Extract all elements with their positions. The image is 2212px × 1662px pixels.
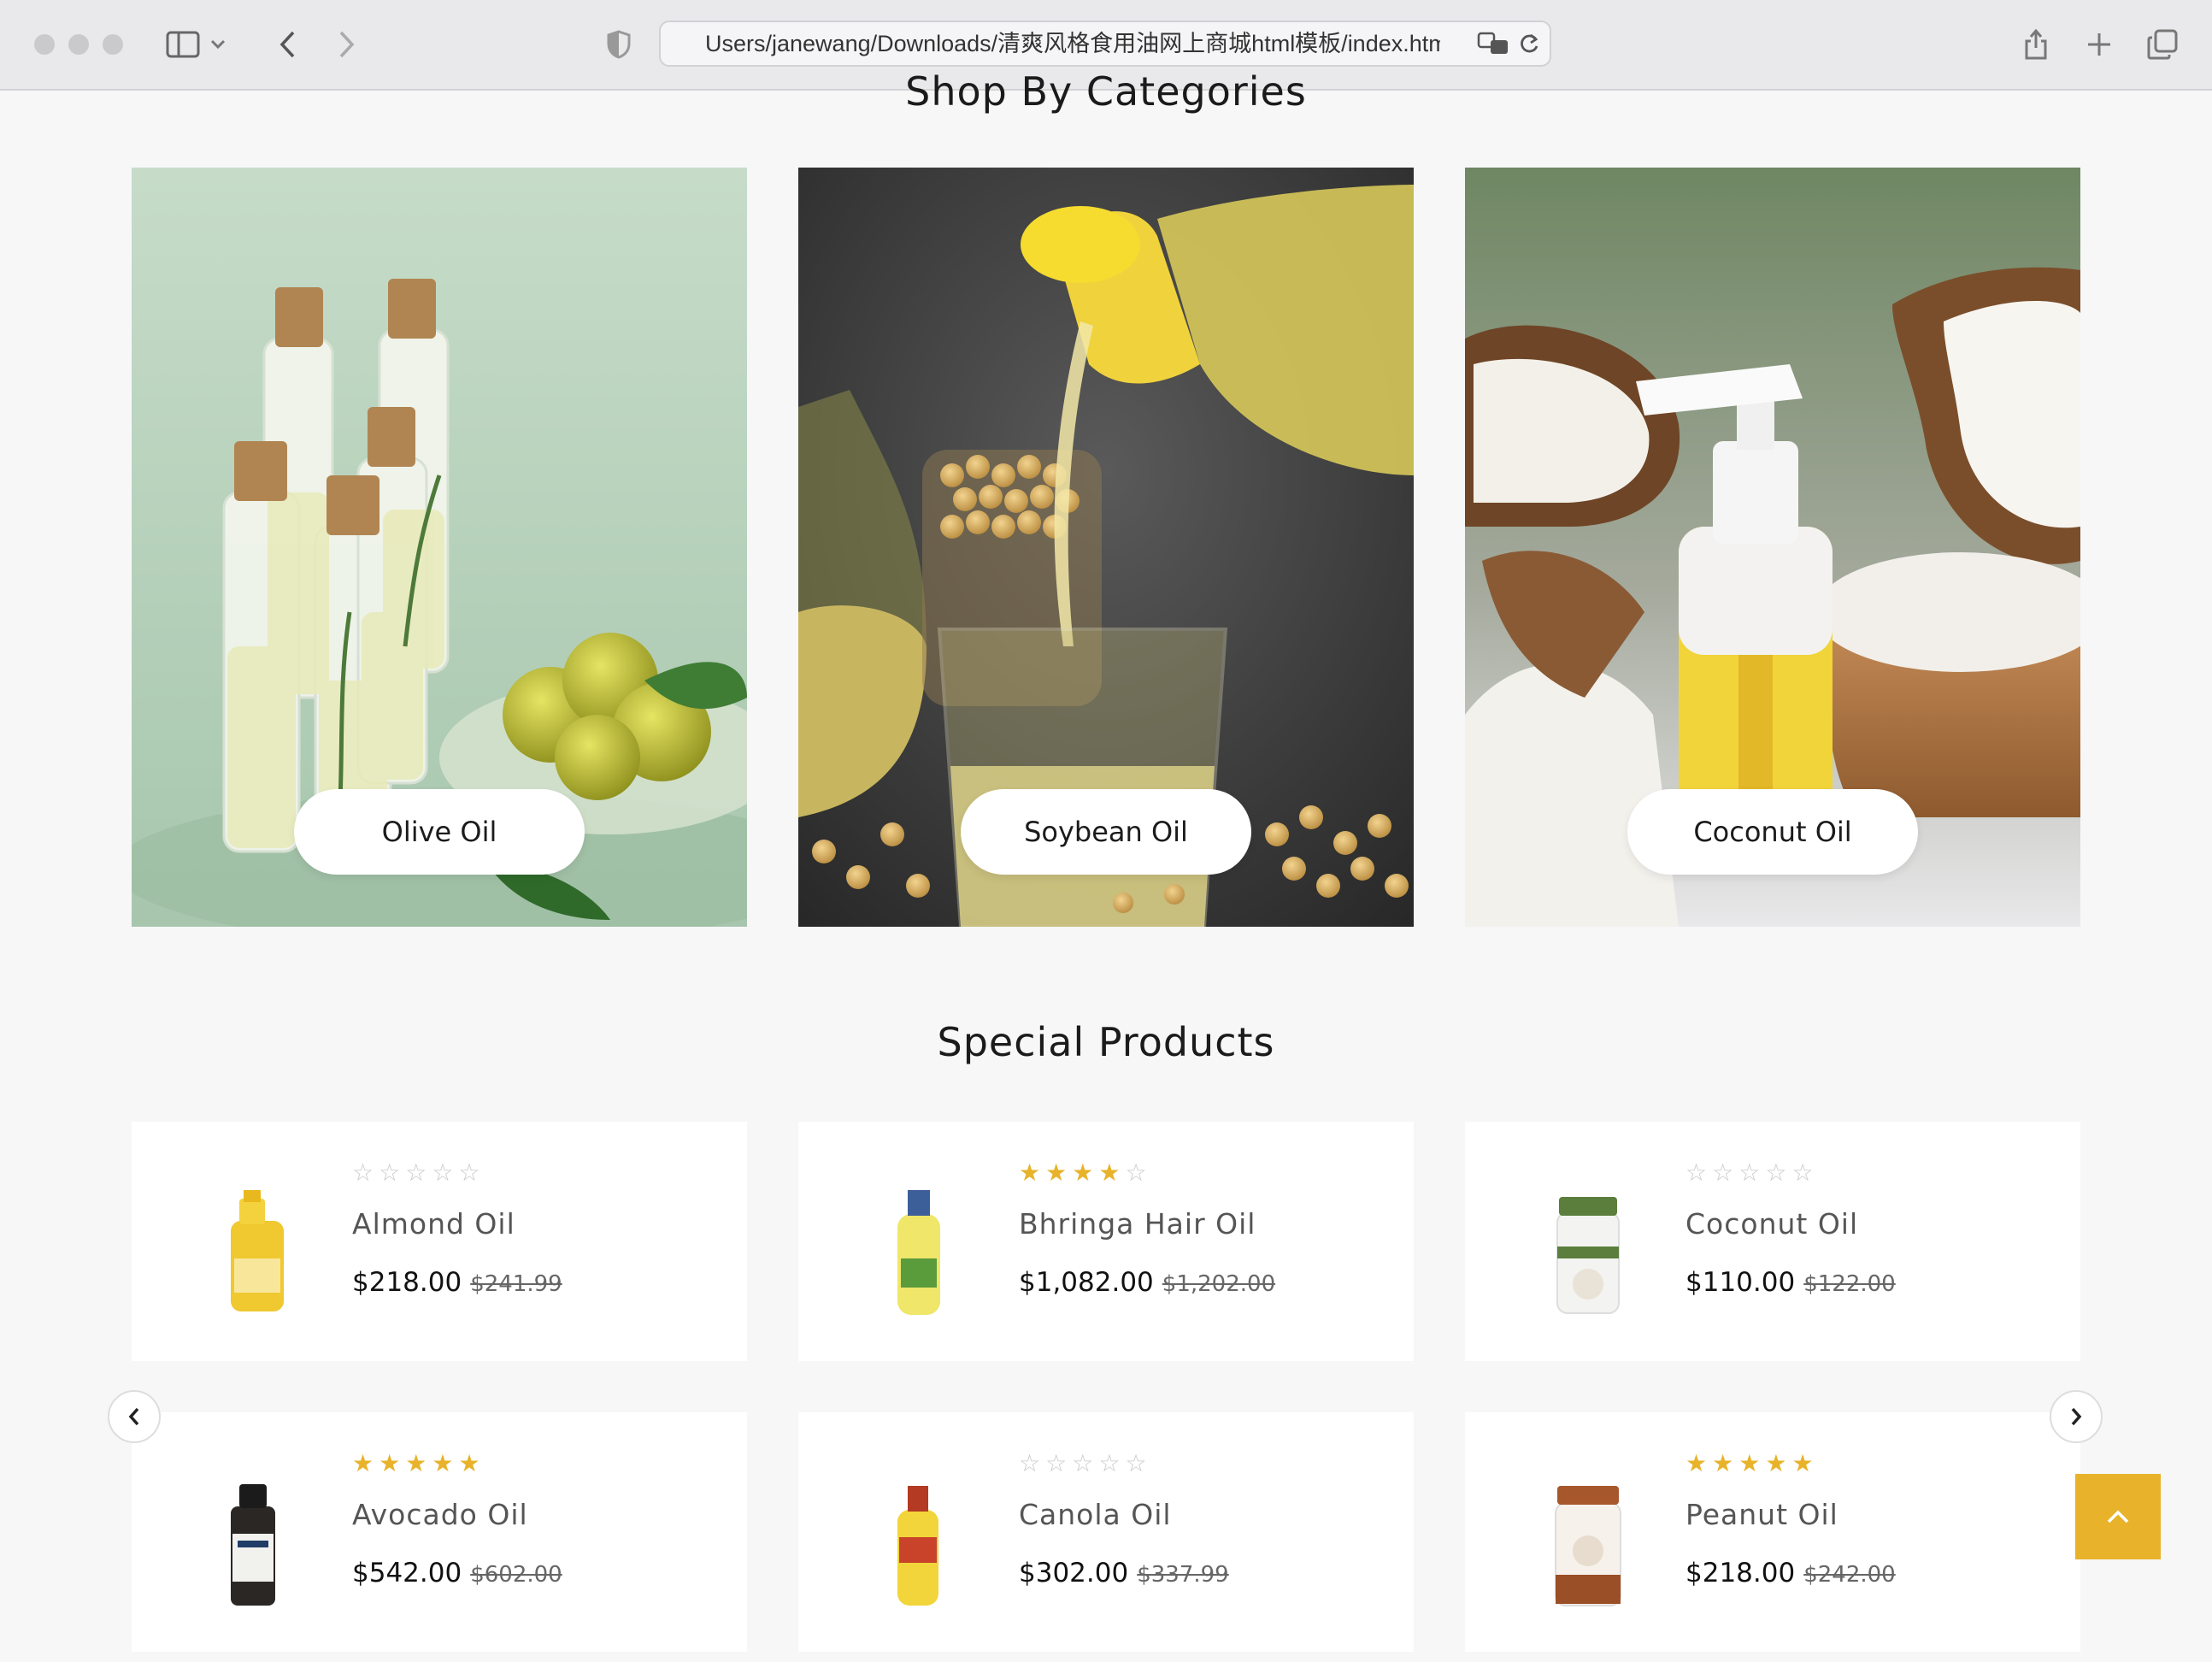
chevron-left-icon [128,1407,139,1426]
product-price: $1,082.00 $1,202.00 [1019,1267,1276,1298]
share-icon[interactable] [2014,22,2058,67]
old-price: $337.99 [1137,1562,1229,1588]
rating-stars: ☆ ☆ ☆ ☆ ☆ [1019,1449,1147,1477]
carousel-next-button[interactable] [2050,1390,2103,1443]
product-card[interactable]: ★ ★ ★ ★ ★ Avocado Oil $542.00 $602.00 [132,1412,747,1652]
canola-oil-thumbnail [897,1486,938,1606]
product-name[interactable]: Canola Oil [1019,1498,1172,1531]
product-price: $110.00 $122.00 [1685,1267,1896,1298]
category-card-coconut-oil[interactable]: Coconut Oil [1465,168,2080,927]
peanut-oil-thumbnail [1555,1486,1621,1606]
product-card[interactable]: ☆ ☆ ☆ ☆ ☆ Almond Oil $218.00 $241.99 [132,1122,747,1361]
rating-stars: ★ ★ ★ ★ ★ [352,1449,480,1477]
product-name[interactable]: Bhringa Hair Oil [1019,1207,1256,1241]
rating-stars: ☆ ☆ ☆ ☆ ☆ [352,1158,480,1187]
zoom-window-button[interactable] [103,34,123,55]
chevron-up-icon [2107,1510,2129,1524]
minimize-window-button[interactable] [68,34,89,55]
product-price: $542.00 $602.00 [352,1558,562,1588]
old-price: $602.00 [470,1562,562,1588]
chevron-down-icon[interactable] [205,22,231,67]
new-tab-icon[interactable] [2077,22,2121,67]
sidebar-toggle-icon[interactable] [161,22,205,67]
product-card[interactable]: ★ ★ ★ ★ ☆ Bhringa Hair Oil $1,082.00 $1,202.0… [798,1122,1414,1361]
product-name[interactable]: Almond Oil [352,1207,515,1241]
special-products-title: Special Products [937,1019,1275,1065]
chevron-right-icon [2071,1407,2082,1426]
bhringa-hair-oil-thumbnail [897,1190,940,1315]
old-price: $1,202.00 [1162,1271,1276,1297]
back-icon[interactable] [265,22,309,67]
forward-icon[interactable] [325,22,369,67]
categories-title: Shop By Categories [905,68,1307,115]
rating-stars: ★ ★ ★ ★ ☆ [1019,1158,1147,1187]
product-name[interactable]: Avocado Oil [352,1498,528,1531]
avocado-oil-thumbnail [231,1484,275,1606]
product-card[interactable]: ★ ★ ★ ★ ★ Peanut Oil $218.00 $242.00 [1465,1412,2080,1652]
category-button-soybean-oil[interactable]: Soybean Oil [961,789,1251,875]
old-price: $241.99 [470,1271,562,1297]
translate-icon[interactable] [1474,22,1512,65]
category-button-coconut-oil[interactable]: Coconut Oil [1627,789,1918,875]
close-window-button[interactable] [34,34,55,55]
reload-icon[interactable] [1512,22,1546,65]
product-name[interactable]: Coconut Oil [1685,1207,1858,1241]
tab-overview-icon[interactable] [2140,22,2185,67]
url-text: Users/janewang/Downloads/清爽风格食用油网上商城html… [705,31,1440,56]
rating-stars: ★ ★ ★ ★ ★ [1685,1449,1814,1477]
privacy-shield-icon[interactable] [597,22,641,67]
product-card[interactable]: ☆ ☆ ☆ ☆ ☆ Coconut Oil $110.00 $122.00 [1465,1122,2080,1361]
category-card-olive-oil[interactable]: Olive Oil [132,168,747,927]
category-card-soybean-oil[interactable]: Soybean Oil [798,168,1414,927]
product-price: $302.00 $337.99 [1019,1558,1229,1588]
almond-oil-thumbnail [231,1190,284,1311]
product-card[interactable]: ☆ ☆ ☆ ☆ ☆ Canola Oil $302.00 $337.99 [798,1412,1414,1652]
address-bar[interactable]: Users/janewang/Downloads/清爽风格食用油网上商城html… [659,21,1551,67]
carousel-prev-button[interactable] [108,1390,161,1443]
back-to-top-button[interactable] [2075,1474,2161,1559]
category-button-olive-oil[interactable]: Olive Oil [294,789,585,875]
product-name[interactable]: Peanut Oil [1685,1498,1838,1531]
product-price: $218.00 $242.00 [1685,1558,1896,1588]
old-price: $122.00 [1803,1271,1896,1297]
rating-stars: ☆ ☆ ☆ ☆ ☆ [1685,1158,1814,1187]
coconut-oil-thumbnail [1556,1197,1620,1314]
product-price: $218.00 $241.99 [352,1267,562,1298]
old-price: $242.00 [1803,1562,1896,1588]
